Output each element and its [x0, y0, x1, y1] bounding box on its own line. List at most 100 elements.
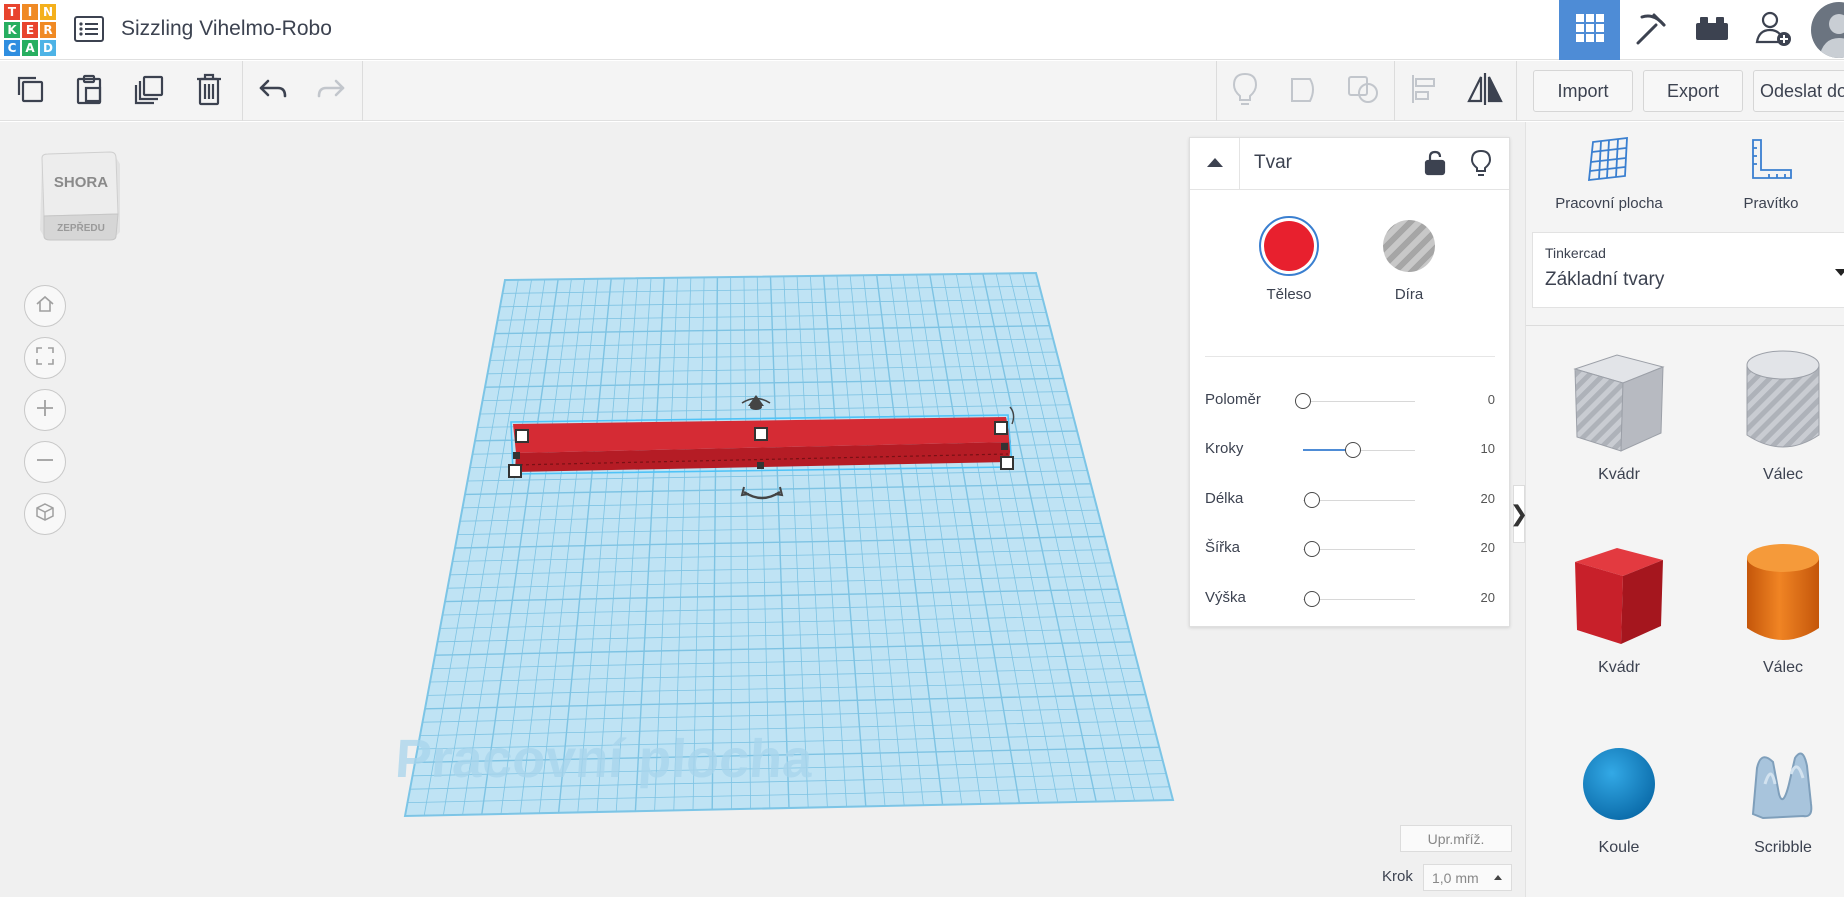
hole-swatch	[1383, 220, 1435, 272]
height-handle[interactable]	[757, 462, 764, 469]
duplicate-button[interactable]	[120, 61, 178, 121]
length-slider-knob[interactable]	[1303, 492, 1320, 508]
codeblocks-view-button[interactable]	[1620, 0, 1681, 60]
shape-box-striped[interactable]: Kvádr	[1564, 347, 1674, 484]
shape-scribble[interactable]: Scribble	[1728, 744, 1838, 857]
group-button[interactable]	[1275, 61, 1333, 121]
logo-letter: K	[4, 22, 20, 38]
shape-cylinder-solid[interactable]: Válec	[1728, 540, 1838, 677]
snap-grid-value: 1,0 mm	[1432, 869, 1479, 886]
shape-label: Koule	[1598, 839, 1640, 856]
chevron-up-icon	[1206, 155, 1224, 173]
inspector-title: Tvar	[1254, 152, 1292, 173]
shape-inspector: Tvar Těleso Díra Poloměr 0 Kroky 10 Délk…	[1189, 137, 1510, 627]
shape-library-dropdown[interactable]: Tinkercad Základní tvary	[1532, 232, 1844, 308]
logo-letter: C	[4, 40, 20, 56]
expand-panel-toggle[interactable]: ❯	[1510, 485, 1528, 543]
logo-letter: I	[22, 4, 38, 20]
property-label: Výška	[1205, 589, 1246, 606]
visibility-toggle[interactable]	[1470, 149, 1492, 182]
duplicate-icon	[133, 73, 165, 110]
snap-grid-select[interactable]: 1,0 mm	[1423, 864, 1512, 891]
bricks-view-button[interactable]	[1681, 0, 1742, 60]
redo-button[interactable]	[302, 61, 360, 121]
library-source: Tinkercad	[1545, 245, 1606, 261]
undo-button[interactable]	[244, 61, 302, 121]
ungroup-button[interactable]	[1334, 61, 1392, 121]
workplane-icon	[1585, 136, 1633, 188]
resize-handle[interactable]	[1000, 456, 1014, 470]
shape-label: Kvádr	[1598, 466, 1640, 483]
radius-slider-knob[interactable]	[1295, 393, 1311, 409]
ruler-tool[interactable]: Pravítko	[1726, 136, 1816, 212]
height-slider-knob[interactable]	[1303, 591, 1320, 607]
striped-cylinder-icon	[1741, 350, 1825, 459]
align-icon	[1409, 73, 1439, 110]
property-length[interactable]: Délka 20	[1205, 490, 1495, 510]
logo-letter: R	[40, 22, 56, 38]
solid-label: Těleso	[1266, 286, 1312, 303]
collapse-panel-button[interactable]	[1190, 138, 1240, 190]
notes-button[interactable]	[1216, 61, 1274, 121]
hole-label: Díra	[1394, 286, 1424, 303]
workplane-tool[interactable]: Pracovní plocha	[1554, 136, 1664, 212]
design-list-icon[interactable]	[74, 16, 104, 42]
height-handle[interactable]	[513, 452, 520, 459]
edit-toolbar: Import Export Odeslat do	[0, 61, 1844, 121]
copy-icon	[14, 73, 46, 110]
delete-button[interactable]	[180, 61, 238, 121]
width-slider-knob[interactable]	[1303, 541, 1320, 557]
blue-sphere-icon	[1579, 748, 1659, 828]
property-label: Kroky	[1205, 440, 1244, 457]
user-avatar[interactable]	[1811, 2, 1844, 58]
mirror-button[interactable]	[1456, 61, 1514, 121]
property-label: Šířka	[1205, 539, 1241, 556]
hole-mode-button[interactable]: Díra	[1359, 216, 1459, 303]
edit-grid-button[interactable]: Upr.mříž.	[1400, 825, 1512, 852]
lock-toggle[interactable]	[1424, 150, 1446, 181]
shape-label: Scribble	[1754, 839, 1812, 856]
caret-up-icon	[1494, 875, 1502, 880]
brick-icon	[1695, 15, 1729, 46]
shape-box-solid[interactable]: Kvádr	[1564, 540, 1674, 677]
property-label: Délka	[1205, 490, 1244, 507]
import-button[interactable]: Import	[1533, 70, 1633, 112]
chevron-down-icon	[1835, 269, 1844, 276]
align-button[interactable]	[1395, 61, 1453, 121]
logo-letter: A	[22, 40, 38, 56]
red-box-icon	[1571, 548, 1667, 652]
property-steps[interactable]: Kroky 10	[1205, 440, 1495, 460]
unlock-icon	[1424, 150, 1446, 180]
invite-user-button[interactable]	[1742, 0, 1803, 60]
solid-mode-button[interactable]: Těleso	[1239, 216, 1339, 303]
3d-design-view-button[interactable]	[1559, 0, 1620, 60]
resize-handle[interactable]	[515, 429, 529, 443]
tinkercad-logo[interactable]: TIN KER CAD	[4, 4, 56, 56]
shape-sphere[interactable]: Koule	[1564, 744, 1674, 857]
property-width[interactable]: Šířka 20	[1205, 539, 1495, 559]
tinkercad-editor: TINKERCAD Sizzling Vihelmo-Robo Import E…	[0, 0, 1844, 897]
striped-box-icon	[1571, 354, 1667, 459]
mirror-icon	[1465, 71, 1505, 112]
property-radius[interactable]: Poloměr 0	[1205, 391, 1495, 411]
ruler-tool-label: Pravítko	[1743, 195, 1799, 212]
resize-handle[interactable]	[508, 464, 522, 478]
property-height[interactable]: Výška 20	[1205, 589, 1495, 609]
workplane-label: Pracovní plocha	[393, 729, 815, 789]
ruler-icon	[1747, 139, 1795, 188]
logo-letter: T	[4, 4, 20, 20]
property-value: 20	[1480, 491, 1495, 506]
paste-button[interactable]	[60, 61, 118, 121]
steps-slider-knob[interactable]	[1345, 442, 1362, 458]
resize-handle[interactable]	[754, 427, 768, 441]
trash-icon	[193, 72, 225, 111]
height-handle[interactable]	[1001, 443, 1008, 450]
shape-cylinder-striped[interactable]: Válec	[1728, 347, 1838, 484]
export-button[interactable]: Export	[1643, 70, 1743, 112]
paste-icon	[73, 73, 105, 110]
group-icon	[1288, 73, 1320, 110]
copy-button[interactable]	[1, 61, 59, 121]
project-title[interactable]: Sizzling Vihelmo-Robo	[121, 17, 332, 41]
resize-handle[interactable]	[994, 421, 1008, 435]
send-to-button[interactable]: Odeslat do	[1753, 70, 1844, 112]
